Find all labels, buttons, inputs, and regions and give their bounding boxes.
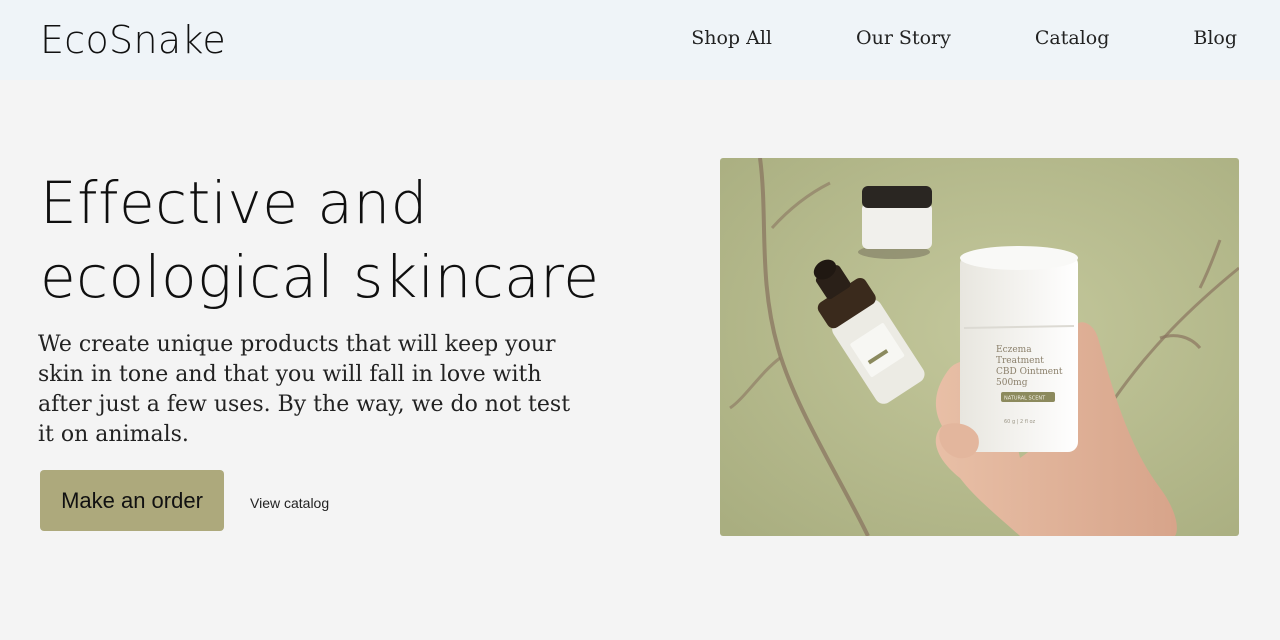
view-catalog-link[interactable]: View catalog <box>250 495 329 511</box>
hero-headline: Effective and ecological skincare <box>40 166 640 314</box>
nav-item-our-story[interactable]: Our Story <box>856 26 951 50</box>
hero-subtitle: We create unique products that will keep… <box>38 332 571 447</box>
site-header: EcoSnake Shop All Our Story Catalog Blog <box>0 0 1280 80</box>
make-order-button[interactable]: Make an order <box>40 470 224 531</box>
product-label-line4: 500mg <box>996 378 1028 388</box>
site-logo[interactable]: EcoSnake <box>40 18 226 62</box>
hero-headline-line2: ecological skincare <box>40 243 600 311</box>
product-label-line3: CBD Ointment <box>996 367 1063 377</box>
nav-item-shop-all[interactable]: Shop All <box>691 26 772 50</box>
product-badge: NATURAL SCENT <box>1004 396 1046 402</box>
product-small-text: 60 g | 2 fl oz <box>1004 419 1036 425</box>
main-nav: Shop All Our Story Catalog Blog <box>691 26 1237 50</box>
nav-item-catalog[interactable]: Catalog <box>1035 26 1110 50</box>
product-label-line1: Eczema <box>996 345 1032 355</box>
product-label-line2: Treatment <box>996 356 1044 366</box>
hero-headline-line1: Effective and <box>40 169 428 237</box>
hero-product-image: Eczema Treatment CBD Ointment 500mg NATU… <box>720 158 1239 536</box>
nav-item-blog[interactable]: Blog <box>1193 26 1237 50</box>
